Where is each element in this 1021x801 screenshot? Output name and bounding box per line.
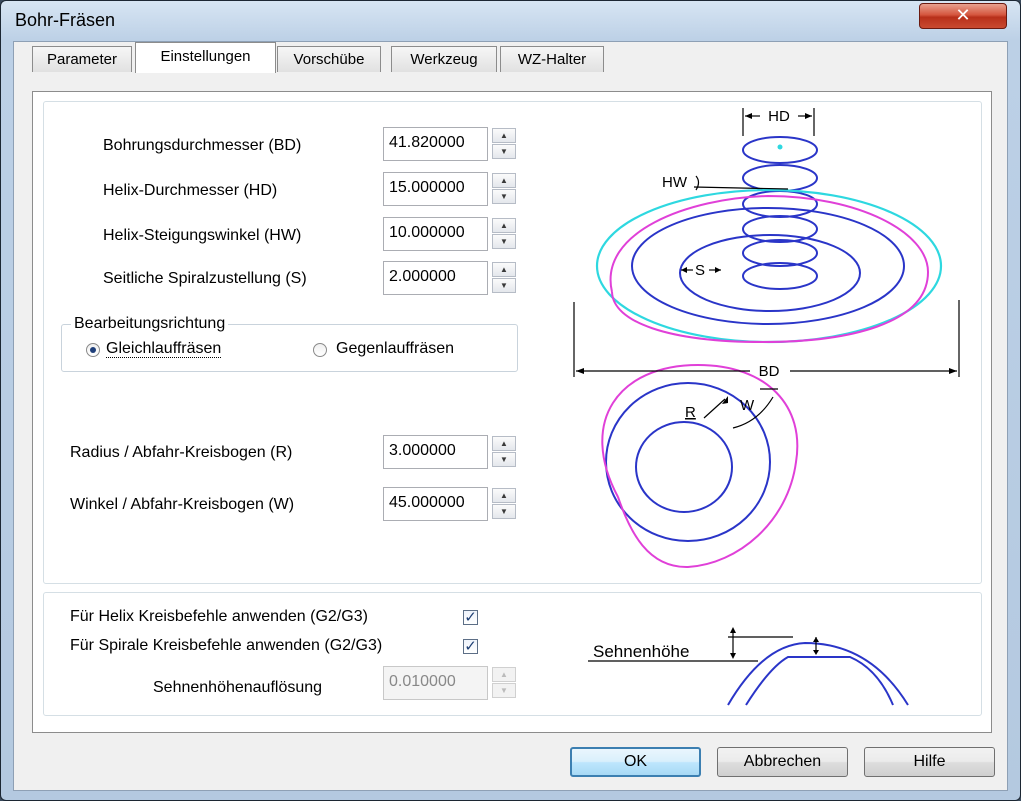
gegenlauf-radio[interactable] <box>313 343 327 357</box>
sehnen-up-arrow-icon[interactable]: ▲ <box>492 667 516 682</box>
gegenlauf-label[interactable]: Gegenlauffräsen <box>336 340 454 358</box>
direction-legend: Bearbeitungsrichtung <box>71 315 229 333</box>
hw-label: Helix-Steigungswinkel (HW) <box>103 227 302 244</box>
close-icon: ✕ <box>955 5 971 26</box>
helix-checkbox[interactable]: ✓ <box>463 608 478 626</box>
w-input[interactable]: 45.000000 <box>383 487 488 521</box>
r-dimension-label: R <box>685 404 696 421</box>
tab-werkzeug[interactable]: Werkzeug <box>391 46 497 72</box>
hd-stepper: 15.000000 ▲ ▼ <box>383 172 521 206</box>
bd-stepper: 41.820000 ▲ ▼ <box>383 127 521 161</box>
hd-down-arrow-icon[interactable]: ▼ <box>492 189 516 204</box>
hd-dimension-label: HD <box>768 108 790 125</box>
sehnen-stepper: 0.010000 ▲ ▼ <box>383 666 521 700</box>
s-stepper: 2.000000 ▲ ▼ <box>383 261 521 295</box>
hw-up-arrow-icon[interactable]: ▲ <box>492 218 516 233</box>
tab-page-einstellungen: Bohrungsdurchmesser (BD) 41.820000 ▲ ▼ H… <box>32 91 992 733</box>
w-dimension-label: W <box>740 397 755 414</box>
dialog-window: Bohr-Fräsen ✕ Parameter Einstellungen Vo… <box>0 0 1021 801</box>
chord-height-diagram: Sehnenhöhe <box>588 627 909 706</box>
hw-stepper: 10.000000 ▲ ▼ <box>383 217 521 251</box>
tab-parameter[interactable]: Parameter <box>32 46 132 72</box>
w-stepper: 45.000000 ▲ ▼ <box>383 487 521 521</box>
sehnenhoehe-label: Sehnenhöhe <box>593 642 689 661</box>
spirale-checkbox[interactable]: ✓ <box>463 637 478 655</box>
window-title: Bohr-Fräsen <box>15 10 116 30</box>
sehnen-input[interactable]: 0.010000 <box>383 666 488 700</box>
r-down-arrow-icon[interactable]: ▼ <box>492 452 516 467</box>
close-button[interactable]: ✕ <box>919 3 1007 29</box>
gleichlauf-radio[interactable] <box>86 343 100 357</box>
r-up-arrow-icon[interactable]: ▲ <box>492 436 516 451</box>
tab-einstellungen[interactable]: Einstellungen <box>135 42 276 73</box>
hd-up-arrow-icon[interactable]: ▲ <box>492 173 516 188</box>
sehnen-down-arrow-icon[interactable]: ▼ <box>492 683 516 698</box>
w-up-arrow-icon[interactable]: ▲ <box>492 488 516 503</box>
tab-wz-halter[interactable]: WZ-Halter <box>500 46 604 72</box>
hd-label: Helix-Durchmesser (HD) <box>103 182 278 199</box>
ok-button[interactable]: OK <box>570 747 701 777</box>
spirale-checkbox-label: Für Spirale Kreisbefehle anwenden (G2/G3… <box>70 637 383 654</box>
help-button[interactable]: Hilfe <box>864 747 995 777</box>
bd-down-arrow-icon[interactable]: ▼ <box>492 144 516 159</box>
helix-spiral-diagram: HD HW S BD R W <box>573 108 960 569</box>
gleichlauf-label[interactable]: Gleichlauffräsen <box>106 340 222 358</box>
hw-dimension-label: HW <box>662 174 688 191</box>
checkmark-icon: ✓ <box>464 637 477 655</box>
bd-up-arrow-icon[interactable]: ▲ <box>492 128 516 143</box>
hw-down-arrow-icon[interactable]: ▼ <box>492 234 516 249</box>
s-input[interactable]: 2.000000 <box>383 261 488 295</box>
w-down-arrow-icon[interactable]: ▼ <box>492 504 516 519</box>
s-down-arrow-icon[interactable]: ▼ <box>492 278 516 293</box>
s-label: Seitliche Spiralzustellung (S) <box>103 270 307 287</box>
tab-vorschuebe[interactable]: Vorschübe <box>277 46 381 72</box>
s-dimension-label: S <box>695 262 705 279</box>
r-label: Radius / Abfahr-Kreisbogen (R) <box>70 444 293 461</box>
hd-input[interactable]: 15.000000 <box>383 172 488 206</box>
checkmark-icon: ✓ <box>464 608 477 626</box>
w-label: Winkel / Abfahr-Kreisbogen (W) <box>70 496 295 513</box>
dialog-client-area: Parameter Einstellungen Vorschübe Werkze… <box>13 41 1008 791</box>
title-bar[interactable]: Bohr-Fräsen ✕ <box>1 1 1020 41</box>
bd-label: Bohrungsdurchmesser (BD) <box>103 137 302 154</box>
r-input[interactable]: 3.000000 <box>383 435 488 469</box>
hw-input[interactable]: 10.000000 <box>383 217 488 251</box>
cancel-button[interactable]: Abbrechen <box>717 747 848 777</box>
radio-selected-dot <box>90 347 96 353</box>
bd-input[interactable]: 41.820000 <box>383 127 488 161</box>
r-stepper: 3.000000 ▲ ▼ <box>383 435 521 469</box>
sehnen-label: Sehnenhöhenauflösung <box>153 679 323 696</box>
bd-dimension-label: BD <box>759 363 780 380</box>
helix-checkbox-label: Für Helix Kreisbefehle anwenden (G2/G3) <box>70 608 368 625</box>
s-up-arrow-icon[interactable]: ▲ <box>492 262 516 277</box>
